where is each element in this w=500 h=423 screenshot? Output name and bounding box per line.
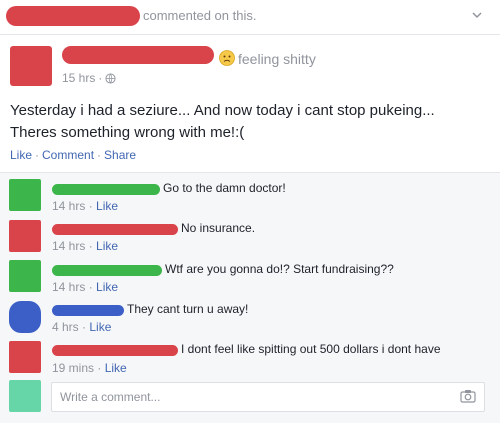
comment-text: No insurance. — [181, 221, 256, 235]
comment-meta: 4 hrs · Like — [52, 320, 112, 334]
share-button[interactable]: Share — [104, 148, 136, 162]
comment-avatar[interactable] — [9, 260, 41, 292]
comment-text: Wtf are you gonna do!? Start fundraising… — [165, 262, 394, 276]
redacted-commenter-name[interactable] — [52, 305, 124, 316]
globe-icon — [105, 72, 116, 84]
comment-meta: 14 hrs · Like — [52, 199, 119, 213]
comment-text: They cant turn u away! — [127, 302, 249, 316]
post-actions: Like · Comment · Share — [10, 148, 136, 162]
composer-avatar — [9, 380, 41, 412]
comment-text: Go to the damn doctor! — [163, 181, 286, 195]
redacted-name — [6, 6, 140, 26]
comment-button[interactable]: Comment — [42, 148, 94, 162]
separator-dot: · — [97, 148, 102, 162]
comment-meta: 14 hrs · Like — [52, 239, 119, 253]
redacted-name[interactable] — [62, 46, 214, 64]
separator-dot: · — [35, 148, 40, 162]
post-meta: 15 hrs · — [62, 71, 116, 85]
post-body: Yesterday i had a seziure... And now tod… — [10, 102, 435, 141]
comment-meta: 14 hrs · Like — [52, 280, 119, 294]
chevron-down-icon[interactable] — [470, 8, 484, 22]
redacted-commenter-name[interactable] — [52, 345, 178, 356]
comment-avatar[interactable] — [9, 301, 41, 333]
comment-like-button[interactable]: Like — [96, 199, 118, 213]
comment-time[interactable]: 19 mins — [52, 361, 94, 375]
comment-time[interactable]: 14 hrs — [52, 280, 85, 294]
comment-like-button[interactable]: Like — [89, 320, 111, 334]
facebook-post-card: commented on this. feeling shitty 15 hrs… — [0, 0, 500, 423]
feeling-label: feeling shitty — [238, 51, 316, 67]
comment-avatar[interactable] — [9, 220, 41, 252]
comment-time[interactable]: 14 hrs — [52, 239, 85, 253]
redacted-commenter-name[interactable] — [52, 265, 162, 276]
redacted-commenter-name[interactable] — [52, 224, 178, 235]
redacted-commenter-name[interactable] — [52, 184, 160, 195]
comment-like-button[interactable]: Like — [105, 361, 127, 375]
notification-text: commented on this. — [143, 8, 257, 23]
camera-icon[interactable] — [460, 389, 476, 403]
sad-face-emoji-icon — [219, 50, 235, 66]
comment-time[interactable]: 4 hrs — [52, 320, 79, 334]
separator-dot: · — [98, 71, 103, 85]
comment-like-button[interactable]: Like — [96, 280, 118, 294]
comment-time[interactable]: 14 hrs — [52, 199, 85, 213]
comment-meta: 19 mins · Like — [52, 361, 127, 375]
comment-avatar[interactable] — [9, 179, 41, 211]
comment-input-placeholder: Write a comment... — [60, 390, 161, 404]
comment-text: I dont feel like spitting out 500 dollar… — [181, 342, 441, 356]
post-time[interactable]: 15 hrs — [62, 71, 95, 85]
avatar[interactable] — [10, 46, 52, 86]
comment-avatar[interactable] — [9, 341, 41, 373]
like-button[interactable]: Like — [10, 148, 32, 162]
comments-section: Go to the damn doctor! 14 hrs · Like No … — [0, 172, 500, 423]
notification-bar: commented on this. — [0, 0, 500, 35]
comment-like-button[interactable]: Like — [96, 239, 118, 253]
comment-input[interactable]: Write a comment... — [51, 382, 485, 412]
